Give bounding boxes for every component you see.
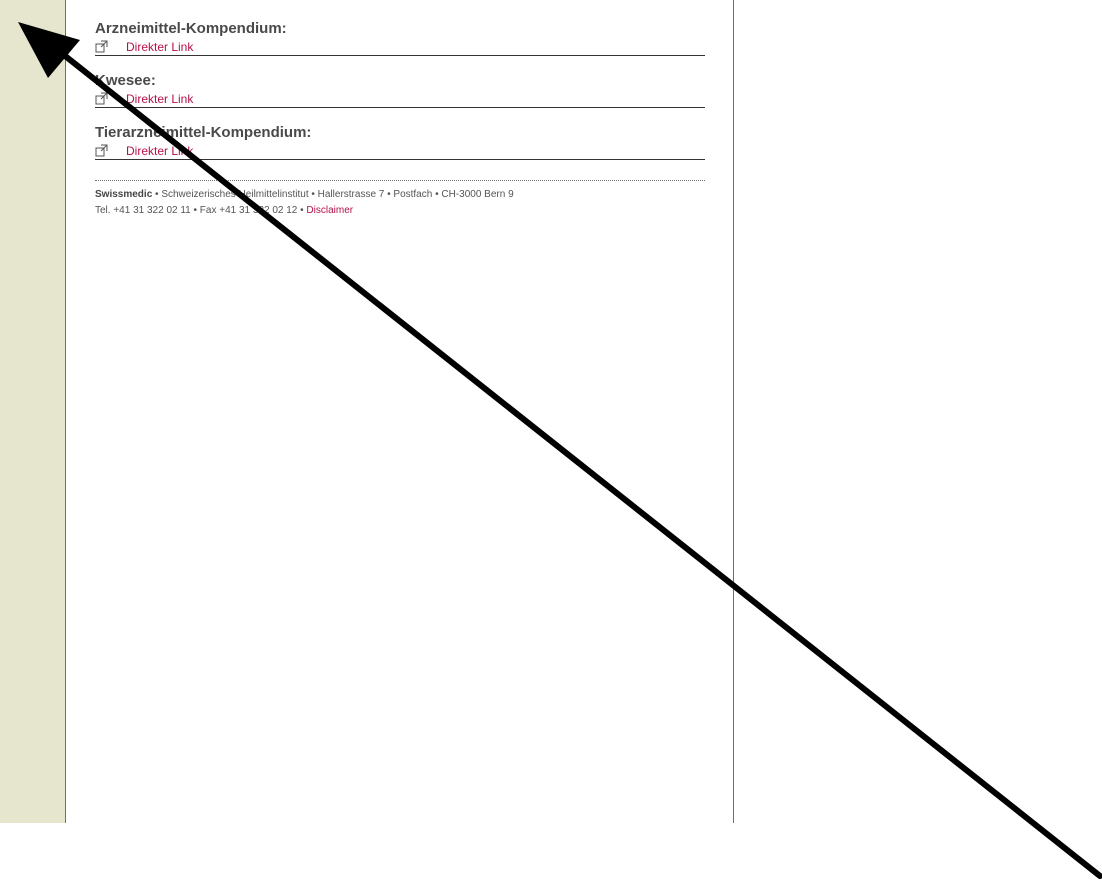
section-title: Kwesee: [95,72,156,89]
external-link-icon [95,40,108,53]
disclaimer-link[interactable]: Disclaimer [306,205,353,216]
section-title: Arzneimittel-Kompendium: [95,20,287,37]
direct-link[interactable]: Direkter Link [126,92,193,106]
footer: Swissmedic • Schweizerisches Heilmitteli… [95,187,705,219]
footer-divider [95,180,705,181]
link-row: Direkter Link [95,38,705,55]
footer-org: Swissmedic [95,189,153,200]
section-tierarzneimittel: Tierarzneimittel-Kompendium: Direkter Li… [95,124,705,160]
direct-link[interactable]: Direkter Link [126,40,193,54]
link-row: Direkter Link [95,142,705,159]
external-link-icon [95,92,108,105]
section-arzneimittel: Arzneimittel-Kompendium: Direkter Link [95,20,705,56]
link-row: Direkter Link [95,90,705,107]
direct-link[interactable]: Direkter Link [126,144,193,158]
section-title: Tierarzneimittel-Kompendium: [95,124,312,141]
footer-contact: Tel. +41 31 322 02 11 • Fax +41 31 322 0… [95,205,307,216]
footer-address: • Schweizerisches Heilmittelinstitut • H… [152,189,514,200]
section-kwesee: Kwesee: Direkter Link [95,72,705,108]
left-sidebar-band [0,0,66,823]
external-link-icon [95,144,108,157]
footer-address-line: Swissmedic • Schweizerisches Heilmitteli… [95,187,705,203]
footer-contact-line: Tel. +41 31 322 02 11 • Fax +41 31 322 0… [95,203,705,219]
